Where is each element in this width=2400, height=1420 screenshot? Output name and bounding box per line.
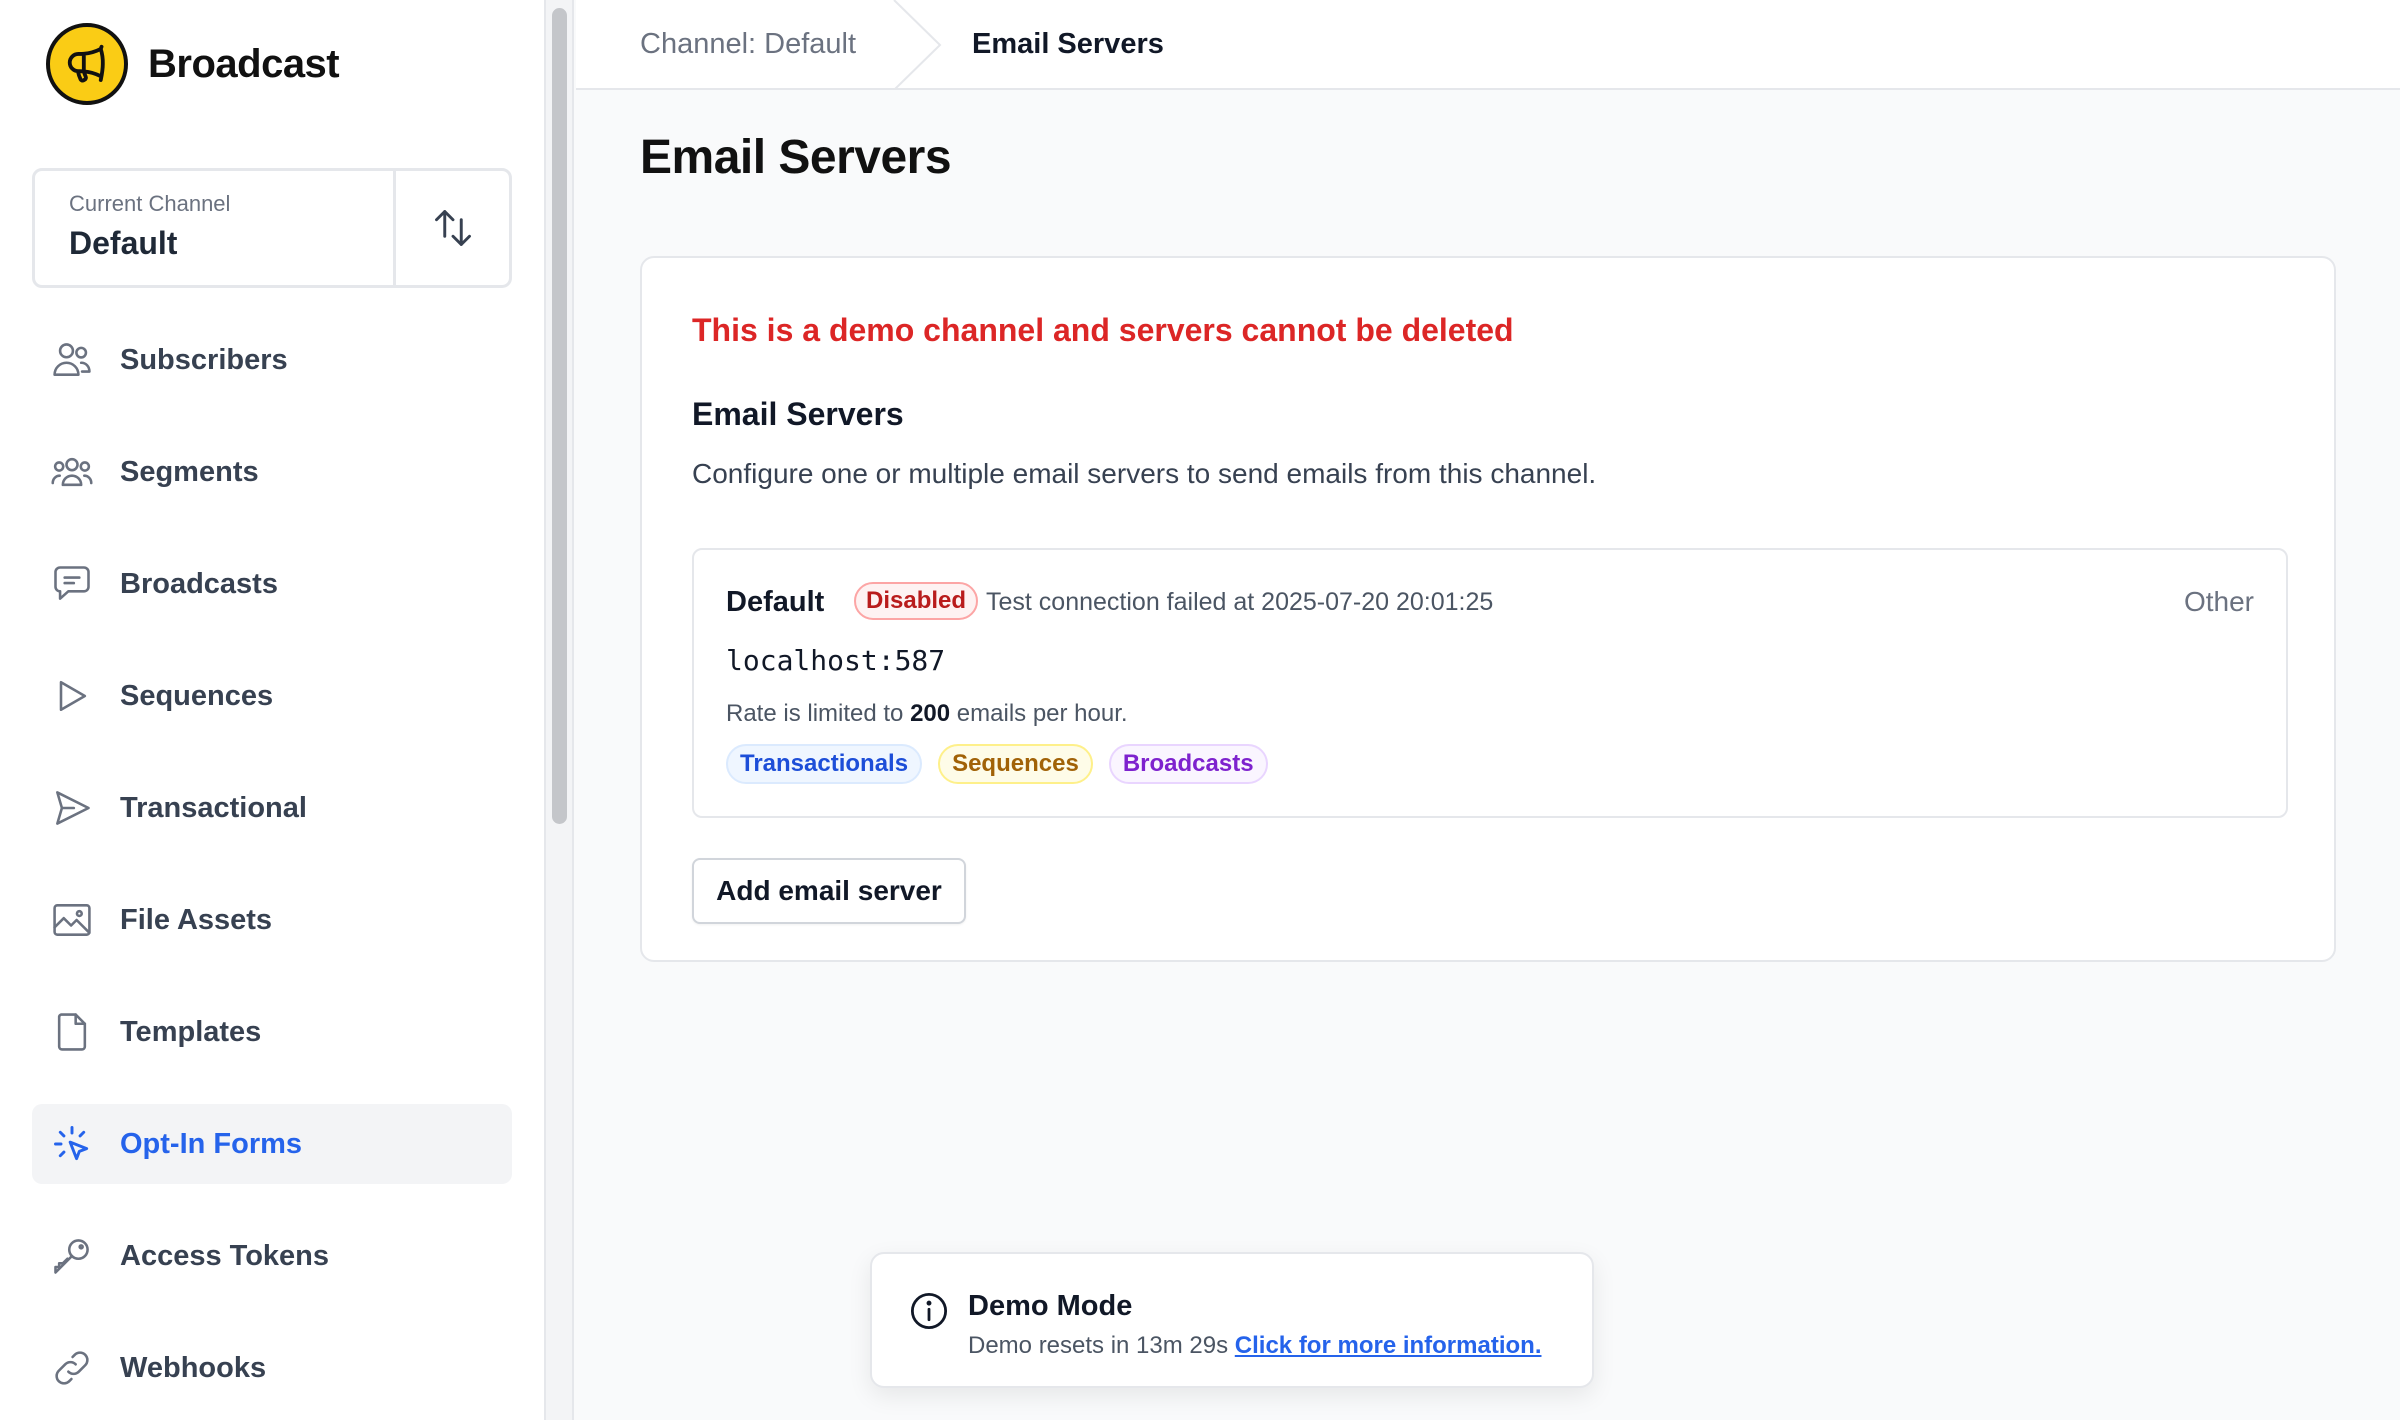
sidebar-item-webhooks[interactable]: Webhooks: [32, 1328, 512, 1408]
photo-icon: [48, 896, 96, 944]
breadcrumb-current: Email Servers: [972, 28, 1164, 60]
server-name: Default: [726, 586, 825, 618]
sidebar-item-label: Access Tokens: [120, 1239, 330, 1272]
status-badge: Disabled: [854, 582, 979, 620]
sidebar-item-access-tokens[interactable]: Access Tokens: [32, 1216, 512, 1296]
section-title: Email Servers: [692, 396, 904, 432]
sidebar-item-file-assets[interactable]: File Assets: [32, 880, 512, 960]
brand-name: Broadcast: [148, 41, 340, 86]
sidebar-item-label: Broadcasts: [120, 567, 278, 600]
sidebar-item-subscribers[interactable]: Subscribers: [32, 320, 512, 400]
sidebar-item-label: Webhooks: [120, 1351, 267, 1384]
email-server-item[interactable]: Default Disabled Test connection failed …: [692, 548, 2288, 818]
sidebar-item-label: Opt-In Forms: [120, 1127, 303, 1160]
sidebar-item-templates[interactable]: Templates: [32, 992, 512, 1072]
rate-prefix: Rate is limited to: [726, 700, 904, 727]
rate-value: 200: [910, 700, 951, 727]
sidebar-scrollbar-thumb[interactable]: [552, 8, 567, 824]
sidebar-item-label: Templates: [120, 1015, 262, 1048]
email-servers-card: This is a demo channel and servers canno…: [640, 256, 2336, 962]
tag-sequences: Sequences: [938, 744, 1093, 784]
sidebar-item-broadcasts[interactable]: Broadcasts: [32, 544, 512, 624]
sidebar-scrollbar[interactable]: [546, 0, 574, 1420]
sidebar-item-segments[interactable]: Segments: [32, 432, 512, 512]
document-icon: [48, 1008, 96, 1056]
channel-value: Default: [69, 225, 178, 261]
server-type: Other: [2183, 586, 2254, 617]
megaphone-icon: [46, 23, 128, 105]
users-icon: [48, 336, 96, 384]
sidebar-item-opt-in-forms[interactable]: Opt-In Forms: [32, 1104, 512, 1184]
section-description: Configure one or multiple email servers …: [692, 458, 1597, 489]
channel-label: Current Channel: [69, 191, 231, 216]
sidebar-item-label: Transactional: [120, 791, 307, 824]
server-host: localhost:587: [726, 644, 946, 677]
toast-title: Demo Mode: [968, 1290, 1133, 1322]
sidebar-item-label: File Assets: [120, 903, 273, 936]
demo-warning: This is a demo channel and servers canno…: [692, 312, 1514, 348]
sidebar-item-label: Sequences: [120, 679, 274, 712]
tag-transactionals: Transactionals: [726, 744, 923, 784]
chat-bubble-icon: [48, 560, 96, 608]
server-status-text: Test connection failed at 2025-07-20 20:…: [986, 588, 1494, 616]
info-circle-icon: [910, 1292, 948, 1330]
rate-suffix: emails per hour.: [956, 700, 1128, 727]
arrows-up-down-icon: [434, 210, 471, 246]
toast-body: Demo resets in 13m 29s Click for more in…: [968, 1332, 1541, 1360]
breadcrumb-separator-icon: [893, 0, 942, 90]
play-icon: [48, 672, 96, 720]
sidebar-item-sequences[interactable]: Sequences: [32, 656, 512, 736]
demo-mode-toast: Demo Mode Demo resets in 13m 29s Click f…: [870, 1252, 1594, 1388]
sidebar-item-label: Segments: [120, 455, 259, 488]
user-group-icon: [48, 448, 96, 496]
toast-body-text: Demo resets in 13m 29s: [968, 1332, 1229, 1359]
page-title: Email Servers: [640, 131, 952, 184]
toast-info-link[interactable]: Click for more information.: [1235, 1332, 1542, 1359]
channel-info: Current Channel Default: [35, 171, 393, 285]
link-icon: [48, 1344, 96, 1392]
tag-broadcasts: Broadcasts: [1108, 744, 1268, 784]
breadcrumb: Channel: Default Email Servers: [576, 0, 2400, 90]
sidebar-item-transactional[interactable]: Transactional: [32, 768, 512, 848]
breadcrumb-channel-link[interactable]: Channel: Default: [640, 28, 856, 61]
key-icon: [48, 1232, 96, 1280]
sidebar: Broadcast Current Channel Default Subscr…: [0, 0, 546, 1420]
sidebar-item-label: Subscribers: [120, 343, 288, 376]
cursor-click-icon: [48, 1120, 96, 1168]
channel-selector[interactable]: Current Channel Default: [32, 168, 512, 288]
channel-switch-button[interactable]: [393, 171, 509, 285]
sidebar-nav: Subscribers Segments Broadcasts Sequence…: [32, 320, 512, 1420]
paper-airplane-icon: [48, 784, 96, 832]
server-tags: Transactionals Sequences Broadcasts: [726, 744, 1268, 784]
add-email-server-button[interactable]: Add email server: [692, 858, 966, 924]
brand[interactable]: Broadcast: [46, 23, 340, 105]
server-rate-limit: Rate is limited to 200 emails per hour.: [726, 700, 1128, 728]
